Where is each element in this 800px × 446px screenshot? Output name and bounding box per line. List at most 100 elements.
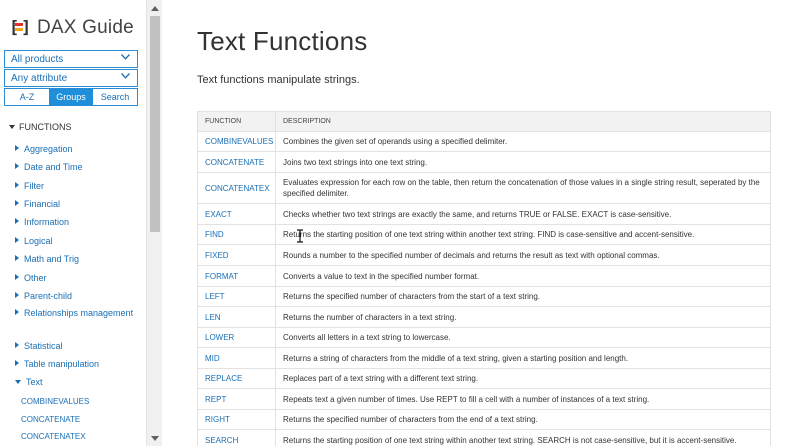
sidebar-group-math-and-trig[interactable]: Math and Trig xyxy=(15,253,140,265)
function-link[interactable]: SEARCH xyxy=(197,429,276,446)
table-row: MID Returns a string of characters from t… xyxy=(197,347,771,369)
function-link[interactable]: FORMAT xyxy=(197,265,276,287)
caret-down-icon xyxy=(15,380,21,384)
sidebar-function-concatenatex[interactable]: CONCATENATEX xyxy=(21,432,86,441)
sidebar-group-label: Aggregation xyxy=(24,144,73,154)
function-link[interactable]: LEN xyxy=(197,306,276,328)
table-row: EXACT Checks whether two text strings are… xyxy=(197,203,771,225)
page-title: Text Functions xyxy=(197,26,368,56)
sidebar-group-filter[interactable]: Filter xyxy=(15,180,140,192)
function-link[interactable]: RIGHT xyxy=(197,409,276,430)
sidebar-group-parent-child[interactable]: Parent-child xyxy=(15,290,140,302)
function-link[interactable]: CONCATENATEX xyxy=(197,172,276,204)
sidebar-scrollbar[interactable] xyxy=(146,0,162,446)
scroll-up-arrow-icon[interactable] xyxy=(151,6,159,11)
attributes-select-value: Any attribute xyxy=(11,73,68,84)
table-row: RIGHT Returns the specified number of cha… xyxy=(197,409,771,430)
logo-title: DAX Guide xyxy=(37,17,134,38)
caret-right-icon xyxy=(15,292,19,298)
sidebar-group-label: Date and Time xyxy=(24,162,83,172)
table-row: LEN Returns the number of characters in a… xyxy=(197,306,771,328)
table-row: LOWER Converts all letters in a text stri… xyxy=(197,327,771,348)
text-cursor-icon xyxy=(296,229,304,243)
caret-right-icon xyxy=(15,200,19,206)
function-description: Returns the starting position of one tex… xyxy=(275,224,771,245)
sidebar-group-other[interactable]: Other xyxy=(15,272,140,284)
sidebar-group-label: Relationships management xyxy=(24,308,134,318)
function-description: Checks whether two text strings are exac… xyxy=(275,203,771,225)
attributes-select[interactable]: Any attribute xyxy=(4,69,138,87)
sidebar-group-information[interactable]: Information xyxy=(15,216,140,228)
function-description: Returns the starting position of one tex… xyxy=(275,429,771,446)
table-row: FORMAT Converts a value to text in the sp… xyxy=(197,265,771,287)
sidebar-group-relationships-management[interactable]: Relationships management xyxy=(15,307,140,319)
column-header-function: FUNCTION xyxy=(197,111,276,132)
sidebar-group-label: Table manipulation xyxy=(24,359,100,369)
view-tab-a-z[interactable]: A-Z xyxy=(5,89,49,105)
sidebar-group-date-and-time[interactable]: Date and Time xyxy=(15,161,140,173)
function-description: Combines the given set of operands using… xyxy=(275,131,771,152)
sidebar-group-label: Logical xyxy=(24,236,53,246)
logo[interactable]: [ ] DAX Guide xyxy=(9,17,134,39)
function-description: Rounds a number to the specified number … xyxy=(275,244,771,266)
sidebar-group-label: Statistical xyxy=(24,341,63,351)
functions-heading[interactable]: FUNCTIONS xyxy=(9,122,72,132)
chevron-down-icon xyxy=(121,73,130,81)
view-tab-groups[interactable]: Groups xyxy=(49,89,93,105)
sidebar-group-label: Text xyxy=(26,377,43,387)
functions-table: FUNCTION DESCRIPTION COMBINEVALUES Combin… xyxy=(197,111,771,446)
table-row: CONCATENATEX Evaluates expression for eac… xyxy=(197,172,771,204)
function-description: Converts a value to text in the specifie… xyxy=(275,265,771,287)
function-description: Replaces part of a text string with a di… xyxy=(275,368,771,389)
table-row: CONCATENATE Joins two text strings into o… xyxy=(197,151,771,173)
view-tab-search[interactable]: Search xyxy=(93,89,137,105)
page-intro: Text functions manipulate strings. xyxy=(197,74,360,86)
caret-right-icon xyxy=(15,145,19,151)
sidebar-group-statistical[interactable]: Statistical xyxy=(15,340,140,352)
table-row: REPT Repeats text a given number of times… xyxy=(197,388,771,410)
chevron-down-icon xyxy=(121,54,130,62)
caret-down-icon xyxy=(9,125,15,129)
sidebar-group-label: Parent-child xyxy=(24,291,73,301)
function-link[interactable]: FIXED xyxy=(197,244,276,266)
function-description: Evaluates expression for each row on the… xyxy=(275,172,771,204)
function-description: Returns the specified number of characte… xyxy=(275,286,771,307)
table-header-row: FUNCTION DESCRIPTION xyxy=(197,111,771,132)
function-link[interactable]: COMBINEVALUES xyxy=(197,131,276,152)
caret-right-icon xyxy=(15,342,19,348)
function-link[interactable]: LOWER xyxy=(197,327,276,348)
table-row: SEARCH Returns the starting position of o… xyxy=(197,429,771,446)
sidebar-group-label: Other xyxy=(24,273,47,283)
caret-right-icon xyxy=(15,218,19,224)
function-link[interactable]: LEFT xyxy=(197,286,276,307)
caret-right-icon xyxy=(15,255,19,261)
sidebar-group-aggregation[interactable]: Aggregation xyxy=(15,143,140,155)
column-header-description: DESCRIPTION xyxy=(275,111,771,132)
sidebar-group-label: Filter xyxy=(24,181,44,191)
scrollbar-thumb[interactable] xyxy=(150,16,160,232)
sidebar-group-financial[interactable]: Financial xyxy=(15,198,140,210)
table-row: LEFT Returns the specified number of char… xyxy=(197,286,771,307)
function-link[interactable]: MID xyxy=(197,347,276,369)
sidebar-function-combinevalues[interactable]: COMBINEVALUES xyxy=(21,397,89,406)
function-link[interactable]: FIND xyxy=(197,224,276,245)
sidebar-group-text[interactable]: Text xyxy=(15,376,140,388)
sidebar-function-concatenate[interactable]: CONCATENATE xyxy=(21,415,80,424)
products-select-value: All products xyxy=(11,54,64,65)
view-mode-tabs: A-Z Groups Search xyxy=(4,88,138,106)
function-link[interactable]: REPT xyxy=(197,388,276,410)
function-description: Returns the number of characters in a te… xyxy=(275,306,771,328)
function-description: Repeats text a given number of times. Us… xyxy=(275,388,771,410)
sidebar-group-table-manipulation[interactable]: Table manipulation xyxy=(15,358,140,370)
caret-right-icon xyxy=(15,237,19,243)
sidebar-group-label: Math and Trig xyxy=(24,254,80,264)
function-link[interactable]: EXACT xyxy=(197,203,276,225)
sidebar-group-label: Information xyxy=(24,217,70,227)
caret-right-icon xyxy=(15,163,19,169)
caret-right-icon xyxy=(15,360,19,366)
sidebar-group-logical[interactable]: Logical xyxy=(15,235,140,247)
function-link[interactable]: CONCATENATE xyxy=(197,151,276,173)
function-link[interactable]: REPLACE xyxy=(197,368,276,389)
scroll-down-arrow-icon[interactable] xyxy=(151,436,159,441)
products-select[interactable]: All products xyxy=(4,50,138,68)
